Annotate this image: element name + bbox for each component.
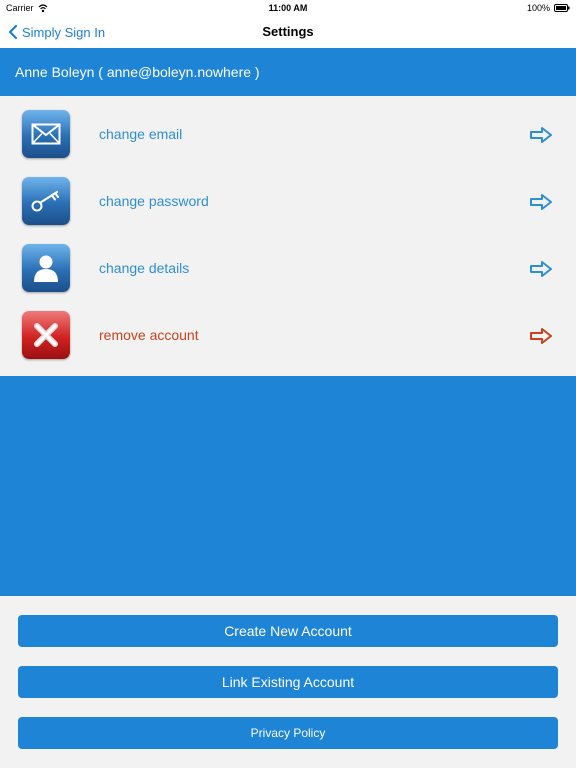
menu-item-remove-account[interactable]: remove account	[0, 297, 576, 364]
link-account-button[interactable]: Link Existing Account	[18, 666, 558, 698]
settings-menu: change email change password change deta…	[0, 96, 576, 376]
arrow-right-icon	[530, 328, 552, 344]
arrow-right-icon	[530, 261, 552, 277]
content-spacer	[0, 376, 576, 596]
page-title: Settings	[262, 24, 314, 39]
arrow-right-icon	[530, 194, 552, 210]
status-time: 11:00 AM	[268, 3, 308, 13]
navigation-bar: Simply Sign In Settings	[0, 16, 576, 48]
bottom-actions: Create New Account Link Existing Account…	[0, 596, 576, 768]
menu-item-label: change password	[99, 193, 209, 209]
privacy-policy-button[interactable]: Privacy Policy	[18, 717, 558, 749]
status-bar: Carrier 11:00 AM 100%	[0, 0, 576, 16]
close-icon	[22, 311, 70, 359]
menu-item-label: change email	[99, 126, 183, 142]
envelope-icon	[22, 110, 70, 158]
battery-percentage: 100%	[526, 3, 550, 13]
menu-item-label: change details	[99, 260, 190, 276]
menu-item-change-email[interactable]: change email	[0, 96, 576, 163]
create-account-button[interactable]: Create New Account	[18, 615, 558, 647]
arrow-right-icon	[530, 127, 552, 143]
menu-item-change-password[interactable]: change password	[0, 163, 576, 230]
battery-icon	[554, 4, 570, 12]
person-icon	[22, 244, 70, 292]
menu-item-label: remove account	[99, 327, 199, 343]
menu-item-change-details[interactable]: change details	[0, 230, 576, 297]
user-header: Anne Boleyn ( anne@boleyn.nowhere )	[0, 48, 576, 96]
key-icon	[22, 177, 70, 225]
